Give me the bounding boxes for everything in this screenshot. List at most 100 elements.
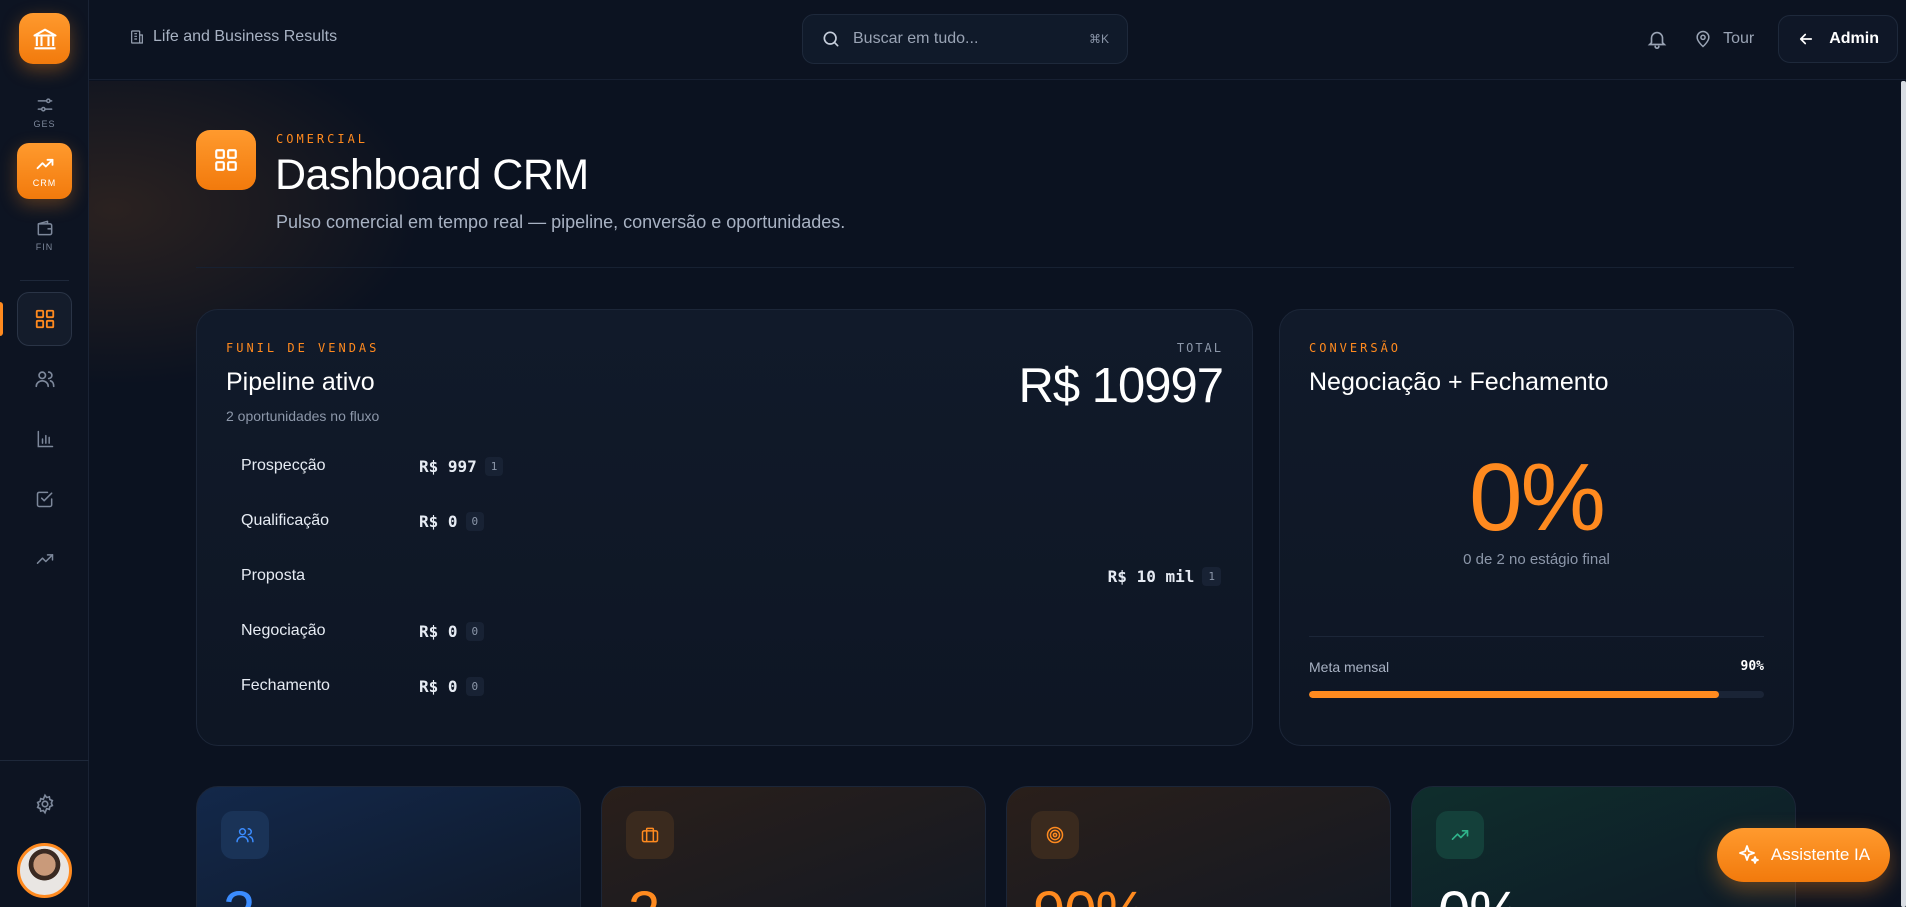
stage-count: 0 — [465, 511, 485, 531]
module-fin[interactable]: FIN — [17, 207, 72, 263]
stage-count: 1 — [484, 456, 504, 476]
breadcrumb[interactable]: Life and Business Results — [129, 28, 337, 46]
stage-name: Proposta — [241, 567, 306, 584]
stage-value: R$ 0 — [419, 621, 458, 641]
stat-icon-box — [1031, 811, 1079, 859]
notifications-button[interactable] — [1637, 19, 1677, 59]
nav-tasks[interactable] — [17, 472, 72, 526]
nav-performance[interactable] — [17, 532, 72, 586]
map-pin-icon — [1696, 30, 1710, 48]
gear-icon — [36, 793, 53, 815]
goal-progress-fill — [1309, 691, 1719, 698]
funnel-title: Pipeline ativo — [226, 368, 375, 396]
rail-bottom-divider — [0, 760, 89, 761]
main-content: COMERCIAL Dashboard CRM Pulso comercial … — [89, 81, 1906, 907]
search-shortcut: ⌘K — [1088, 32, 1109, 46]
checkbox-icon — [36, 491, 52, 508]
building-icon — [131, 30, 143, 44]
stage-count: 0 — [465, 621, 485, 641]
stage-bar: R$ 997 1 — [419, 456, 504, 476]
sales-funnel-card: FUNIL DE VENDAS Pipeline ativo 2 oportun… — [196, 309, 1253, 746]
briefcase-icon — [641, 827, 659, 843]
module-fin-label: FIN — [35, 242, 54, 252]
stage-count: 0 — [465, 676, 485, 696]
stat-icon-box — [1436, 811, 1484, 859]
goal-value: 90% — [1740, 659, 1764, 674]
bank-icon — [32, 28, 57, 49]
trending-up-icon — [1451, 830, 1469, 840]
funnel-stage[interactable]: Qualificação R$ 0 0 — [241, 508, 1221, 534]
stat-card-goal[interactable]: 90% — [1006, 786, 1391, 907]
funnel-stage[interactable]: Fechamento R$ 0 0 — [241, 673, 1221, 699]
settings-button[interactable] — [17, 777, 72, 831]
nav-contacts[interactable] — [17, 352, 72, 406]
funnel-total-value: R$ 10997 — [1018, 359, 1224, 413]
sparkles-icon — [1738, 845, 1759, 864]
stage-value: R$ 997 — [419, 456, 477, 476]
active-nav-indicator — [0, 302, 3, 336]
module-crm-label: CRM — [32, 178, 57, 188]
stage-value: R$ 0 — [419, 676, 458, 696]
page-title: Dashboard CRM — [275, 151, 589, 199]
page-icon — [196, 130, 256, 190]
bell-icon — [1647, 31, 1667, 49]
conversion-detail: 0 de 2 no estágio final — [1463, 551, 1610, 568]
stage-bar: R$ 0 0 — [419, 621, 485, 641]
stat-icon-box — [221, 811, 269, 859]
stage-bar: R$ 10 mil 1 — [1107, 566, 1221, 586]
page-eyebrow: COMERCIAL — [276, 132, 369, 146]
global-search[interactable]: ⌘K — [802, 14, 1128, 64]
funnel-eyebrow: FUNIL DE VENDAS — [226, 341, 380, 355]
stage-bar: R$ 0 0 — [419, 676, 485, 696]
stage-value: R$ 0 — [419, 511, 458, 531]
trending-up-icon — [36, 158, 53, 170]
user-avatar[interactable] — [17, 843, 72, 898]
conversion-percent: 0% — [1469, 444, 1606, 551]
admin-label: Admin — [1829, 30, 1879, 47]
nav-dashboard[interactable] — [17, 292, 72, 346]
page-subtitle: Pulso comercial em tempo real — pipeline… — [276, 212, 846, 232]
ai-assistant-button[interactable]: Assistente IA — [1717, 828, 1890, 882]
topbar-actions: Tour Admin — [1637, 14, 1906, 64]
conversion-title: Negociação + Fechamento — [1309, 368, 1609, 396]
admin-button[interactable]: Admin — [1778, 15, 1898, 63]
conversion-divider — [1309, 636, 1764, 637]
funnel-stage[interactable]: Negociação R$ 0 0 — [241, 618, 1221, 644]
sliders-icon — [37, 98, 52, 112]
funnel-stage[interactable]: Prospecção R$ 997 1 — [241, 453, 1221, 479]
stat-card-opportunities[interactable]: 2 — [601, 786, 986, 907]
funnel-stage[interactable]: Proposta R$ 10 mil 1 — [241, 563, 1221, 589]
stat-card-contacts[interactable]: 2 — [196, 786, 581, 907]
stage-name: Fechamento — [241, 677, 330, 694]
target-icon — [1046, 826, 1064, 844]
wallet-icon — [37, 220, 52, 236]
users-icon — [34, 371, 55, 388]
dashboard-grid-icon — [215, 149, 237, 171]
module-ges-label: GES — [33, 119, 56, 129]
users-icon — [236, 828, 254, 843]
search-input[interactable] — [853, 30, 1077, 48]
breadcrumb-label: Life and Business Results — [153, 28, 338, 45]
goal-label: Meta mensal — [1309, 659, 1390, 675]
stage-name: Qualificação — [241, 512, 330, 529]
ai-assistant-label: Assistente IA — [1770, 845, 1871, 864]
dashboard-grid-icon — [35, 309, 54, 329]
stage-value: R$ 10 mil — [1107, 566, 1195, 586]
page-scrollbar[interactable] — [1901, 81, 1906, 907]
app-logo[interactable] — [19, 13, 70, 64]
stat-value: 2 — [628, 879, 660, 907]
stat-value: 90% — [1033, 879, 1147, 907]
module-crm[interactable]: CRM — [17, 143, 72, 199]
funnel-total-label: TOTAL — [1176, 341, 1223, 355]
conversion-card: CONVERSÃO Negociação + Fechamento 0% 0 d… — [1279, 309, 1794, 746]
arrow-left-icon — [1800, 33, 1813, 45]
rail-divider — [20, 280, 69, 281]
stat-value: 2 — [223, 879, 255, 907]
stat-icon-box — [626, 811, 674, 859]
search-icon — [823, 31, 839, 47]
stage-name: Prospecção — [241, 457, 326, 474]
nav-reports[interactable] — [17, 412, 72, 466]
stat-value: 0% — [1438, 879, 1521, 907]
module-ges[interactable]: GES — [17, 84, 72, 140]
tour-button[interactable]: Tour — [1693, 29, 1754, 49]
